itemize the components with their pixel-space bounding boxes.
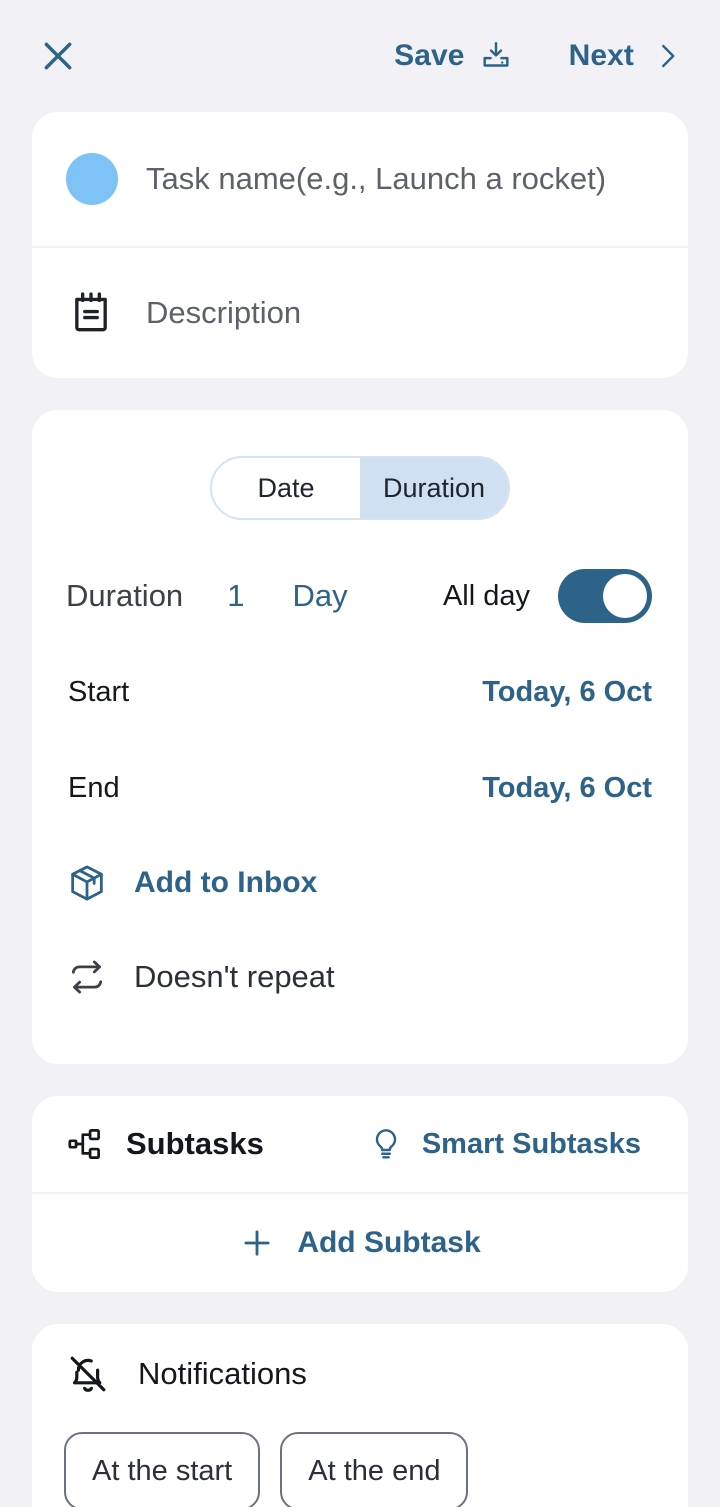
next-label: Next: [568, 39, 634, 72]
close-button[interactable]: [36, 34, 80, 78]
start-value[interactable]: Today, 6 Oct: [482, 676, 652, 709]
tab-duration-label: Duration: [382, 472, 486, 503]
subtasks-card: Subtasks Smart Subtasks Add Subtask: [32, 1096, 688, 1292]
duration-label: Duration: [66, 578, 184, 613]
chip-label: At the start: [92, 1454, 233, 1487]
task-name-row[interactable]: [32, 112, 688, 246]
repeat-label: Doesn't repeat: [134, 959, 335, 994]
duration-row: Duration 1 Day All day: [32, 548, 688, 644]
add-to-inbox-button[interactable]: Add to Inbox: [32, 836, 688, 930]
screen-header: Save Next: [0, 0, 720, 112]
add-subtask-button[interactable]: Add Subtask: [32, 1194, 688, 1292]
notepad-icon: [66, 288, 116, 338]
plus-icon: [239, 1225, 275, 1261]
add-to-inbox-label: Add to Inbox: [134, 866, 318, 899]
tab-date[interactable]: Date: [212, 458, 360, 518]
all-day-toggle[interactable]: [558, 569, 652, 623]
task-details-card: [32, 112, 688, 378]
subtasks-title: Subtasks: [126, 1126, 264, 1161]
toggle-knob: [603, 574, 647, 618]
repeat-button[interactable]: Doesn't repeat: [32, 930, 688, 1024]
chevron-right-icon: [652, 41, 682, 71]
start-row[interactable]: Start Today, 6 Oct: [32, 644, 688, 740]
tab-duration[interactable]: Duration: [360, 458, 508, 518]
schedule-body: Date Duration Duration 1 Day All day Sta…: [32, 410, 688, 1064]
end-label: End: [68, 771, 120, 804]
add-subtask-label: Add Subtask: [297, 1226, 481, 1259]
notifications-header: Notifications: [32, 1324, 688, 1424]
smart-subtasks-button[interactable]: Smart Subtasks: [368, 1126, 641, 1162]
package-box-icon: [66, 862, 108, 904]
duration-unit[interactable]: Day: [292, 578, 347, 614]
all-day-label: All day: [442, 579, 530, 612]
notification-chip-at-the-end[interactable]: At the end: [280, 1432, 469, 1507]
subtasks-title-group: Subtasks: [66, 1125, 264, 1163]
chip-label: At the end: [308, 1454, 441, 1487]
notifications-title: Notifications: [138, 1356, 307, 1391]
subtasks-header: Subtasks Smart Subtasks: [32, 1096, 688, 1192]
date-duration-segmented-control[interactable]: Date Duration: [210, 456, 510, 520]
notification-chip-list: At the start At the end: [32, 1424, 688, 1507]
end-value[interactable]: Today, 6 Oct: [482, 772, 652, 805]
task-description-input[interactable]: [146, 295, 654, 331]
start-label: Start: [68, 675, 130, 708]
task-editor-screen: Save Next Task name(e.g., Launch a rocke…: [0, 0, 720, 1507]
task-description-row[interactable]: [32, 248, 688, 378]
lightbulb-icon: [368, 1126, 404, 1162]
schedule-card: Date Duration Duration 1 Day All day Sta…: [32, 410, 688, 1064]
tab-date-label: Date: [257, 472, 315, 503]
notification-chip-at-the-start[interactable]: At the start: [64, 1432, 261, 1507]
save-tray-icon: [479, 39, 513, 73]
hierarchy-icon: [66, 1125, 104, 1163]
end-row[interactable]: End Today, 6 Oct: [32, 740, 688, 836]
notifications-card: Notifications At the start At the end: [32, 1324, 688, 1507]
repeat-icon: [66, 956, 108, 998]
close-icon: [38, 36, 78, 76]
duration-value[interactable]: 1: [227, 578, 244, 614]
next-button[interactable]: Next: [569, 39, 682, 73]
smart-subtasks-label: Smart Subtasks: [421, 1127, 642, 1160]
bell-off-icon: [64, 1350, 112, 1398]
save-button[interactable]: Save: [394, 39, 512, 73]
save-label: Save: [394, 39, 465, 72]
task-color-circle[interactable]: [66, 153, 118, 205]
task-name-input[interactable]: [146, 161, 654, 197]
